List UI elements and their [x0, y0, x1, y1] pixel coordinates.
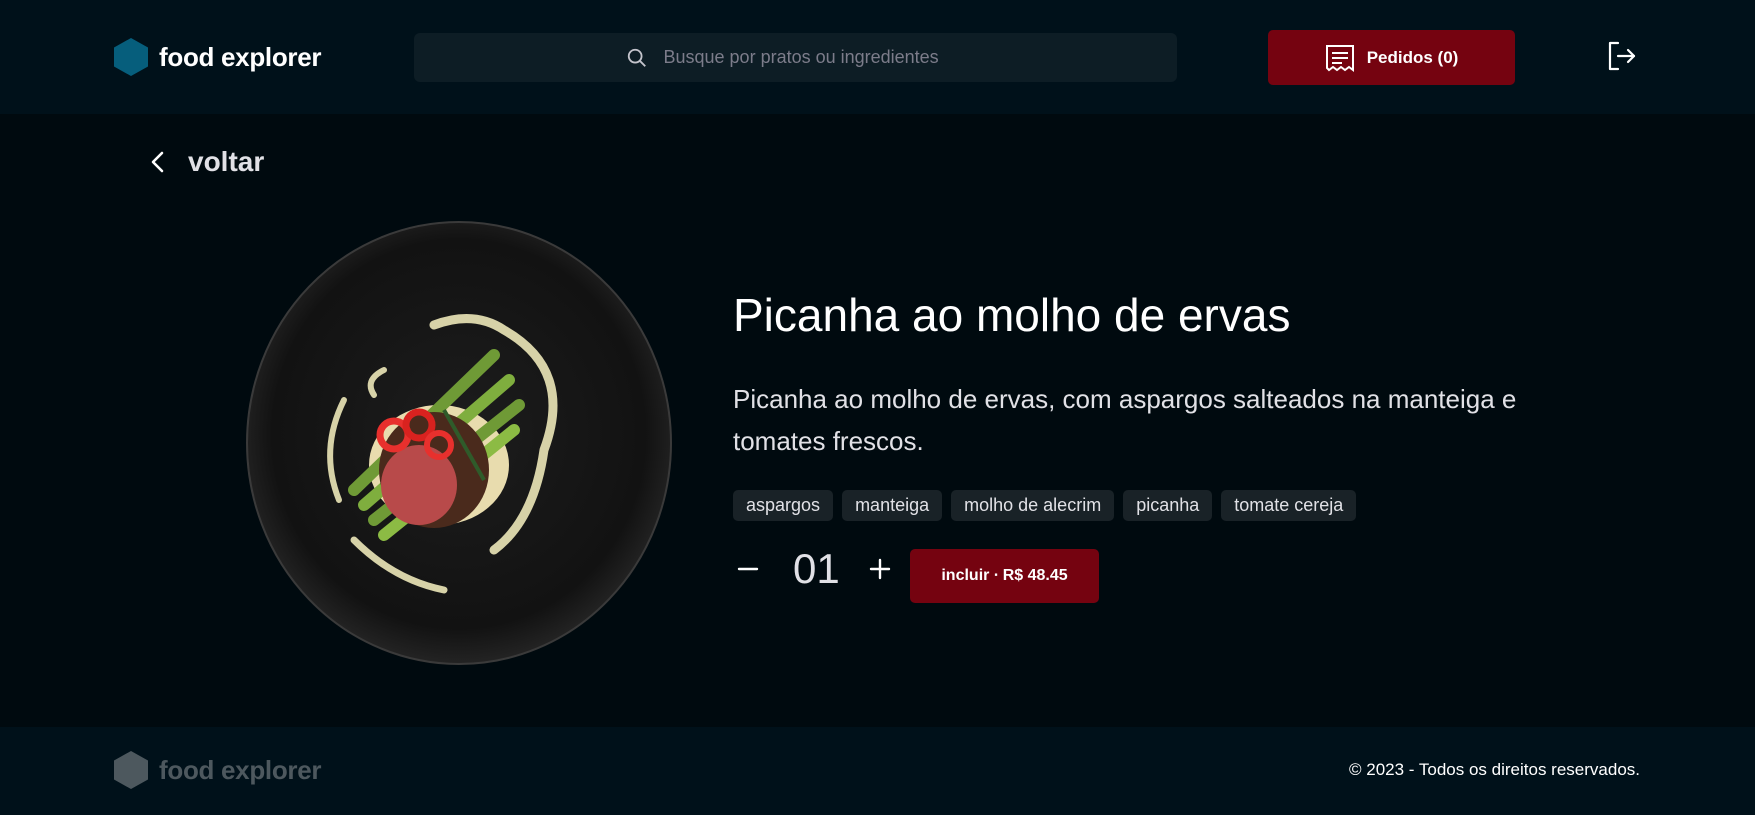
dish-description: Picanha ao molho de ervas, com aspargos …	[733, 384, 1517, 456]
ingredient-tag: tomate cereja	[1221, 490, 1357, 521]
app-footer: food explorer © 2023 - Todos os direitos…	[0, 727, 1755, 815]
footer-brand-name: food explorer	[159, 754, 322, 785]
orders-label: Pedidos (0)	[1366, 47, 1459, 67]
ingredient-tag: manteiga	[842, 490, 943, 521]
chevron-left-icon	[151, 151, 164, 173]
back-label: voltar	[188, 146, 265, 177]
quantity-value: 01	[793, 545, 840, 592]
search-input[interactable]	[661, 46, 966, 69]
minus-icon	[737, 567, 759, 571]
hexagon-logo-icon	[114, 38, 148, 76]
include-label: incluir ∙ R$ 48.45	[941, 567, 1068, 584]
dish-title: Picanha ao molho de ervas	[733, 289, 1291, 341]
ingredient-tag: aspargos	[733, 490, 834, 521]
search-bar[interactable]	[414, 33, 1177, 82]
increase-button[interactable]	[865, 554, 895, 584]
receipt-icon	[1325, 44, 1354, 72]
app-header: food explorer Pedidos (0)	[0, 0, 1755, 114]
sign-out-icon[interactable]	[1606, 40, 1638, 72]
quantity-stepper: 01	[733, 545, 895, 593]
decrease-button[interactable]	[733, 554, 763, 584]
hexagon-logo-icon	[114, 751, 148, 789]
dish-image	[246, 221, 672, 665]
header-logo[interactable]: food explorer	[113, 38, 322, 76]
ingredient-tag: molho de alecrim	[951, 490, 1115, 521]
ingredient-tags: aspargos manteiga molho de alecrim pican…	[733, 490, 1357, 521]
copyright-text: © 2023 - Todos os direitos reservados.	[1349, 760, 1640, 779]
search-icon	[627, 48, 646, 67]
back-link[interactable]: voltar	[148, 146, 264, 178]
ingredient-tag: picanha	[1123, 490, 1213, 521]
include-button[interactable]: incluir ∙ R$ 48.45	[910, 549, 1099, 603]
brand-name: food explorer	[159, 41, 322, 72]
plus-icon	[869, 558, 890, 580]
orders-button[interactable]: Pedidos (0)	[1268, 30, 1515, 85]
footer-logo: food explorer	[113, 751, 322, 789]
